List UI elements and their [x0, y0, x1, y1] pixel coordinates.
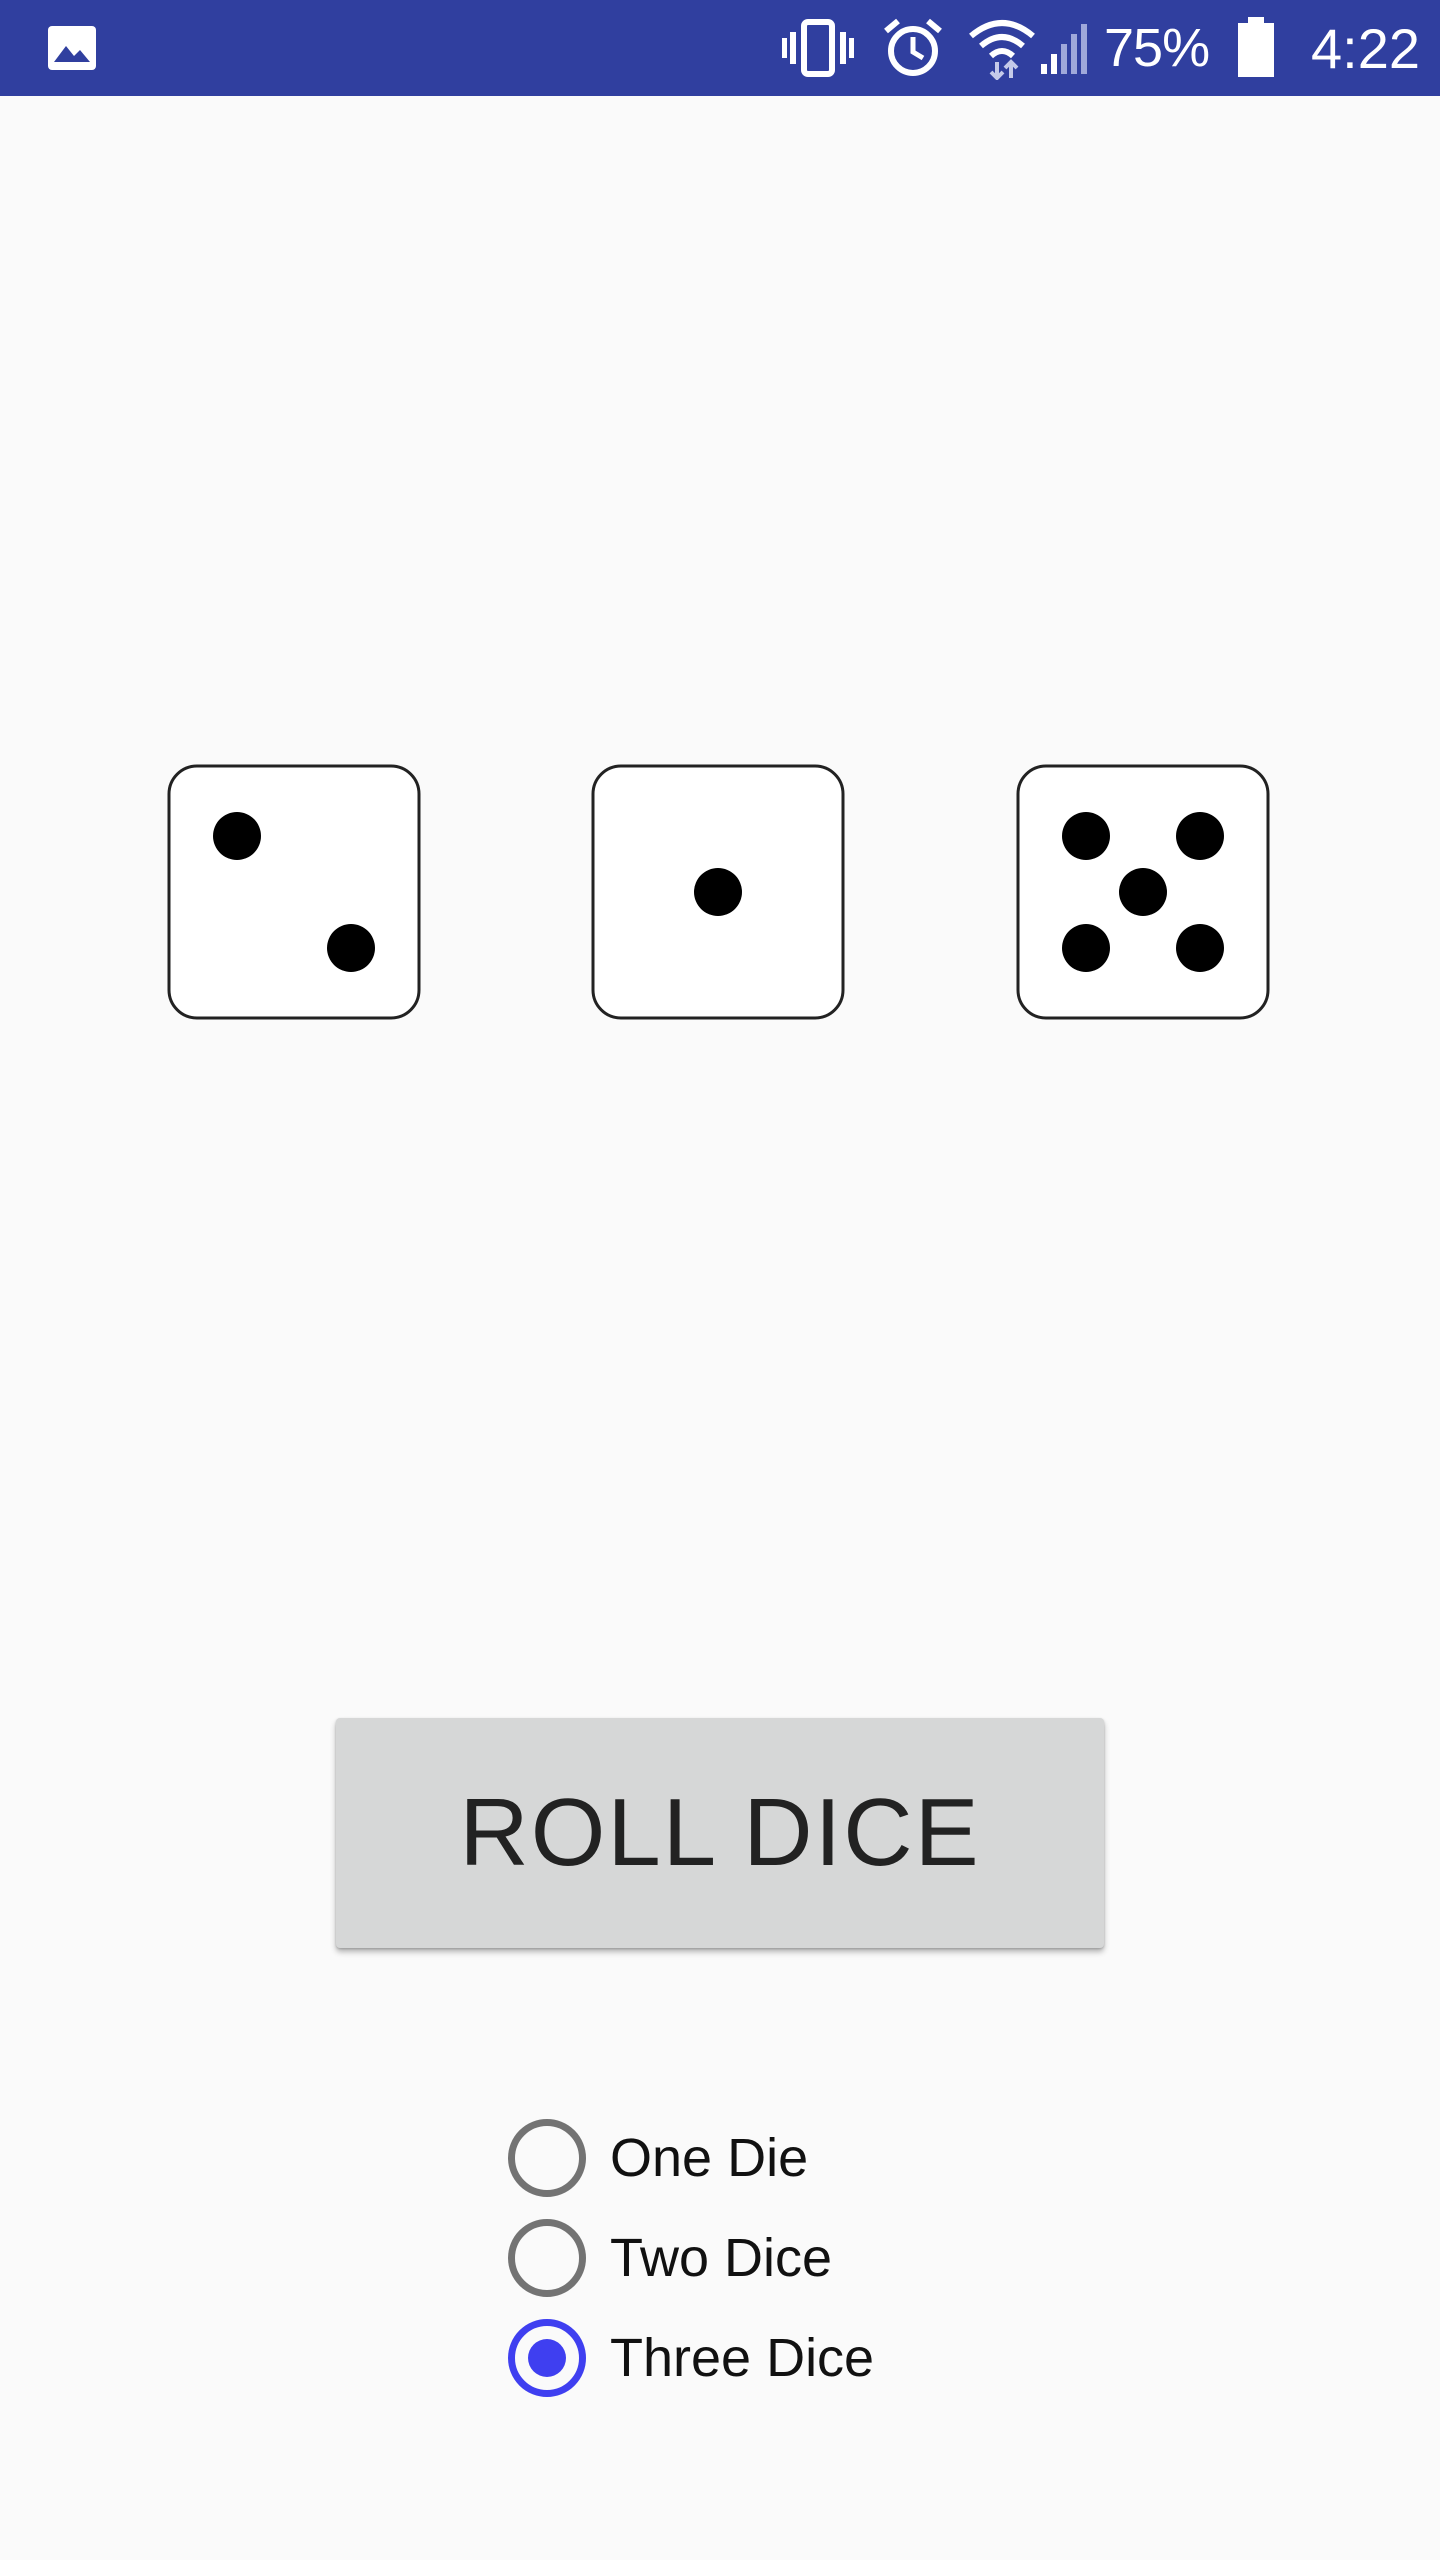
- die-pip: [327, 924, 375, 972]
- status-bar: 75% 4:22: [0, 0, 1440, 96]
- die-pip: [1062, 812, 1110, 860]
- signal-icon: [1036, 0, 1092, 96]
- radio-option-one-die[interactable]: One Die: [508, 2108, 1028, 2208]
- die-pip: [1176, 812, 1224, 860]
- alarm-icon: [880, 0, 946, 96]
- status-bar-clock: 4:22: [1311, 16, 1420, 80]
- radio-label: Three Dice: [610, 2328, 875, 2388]
- image-icon: [42, 0, 102, 96]
- dice-row: [0, 764, 1440, 1024]
- radio-button-two-dice[interactable]: [508, 2219, 586, 2297]
- radio-option-two-dice[interactable]: Two Dice: [508, 2208, 1028, 2308]
- radio-label: One Die: [610, 2128, 809, 2188]
- battery-icon: [1226, 0, 1286, 96]
- die-pip: [1176, 924, 1224, 972]
- radio-button-one-die[interactable]: [508, 2119, 586, 2197]
- wifi-icon: [966, 0, 1038, 96]
- die-3: [1016, 764, 1270, 1020]
- radio-option-three-dice[interactable]: Three Dice: [508, 2308, 1028, 2408]
- vibrate-icon: [780, 0, 856, 96]
- radio-button-three-dice[interactable]: [508, 2319, 586, 2397]
- die-pip: [1119, 868, 1167, 916]
- die-2: [591, 764, 845, 1020]
- die-pip: [694, 868, 742, 916]
- die-pip: [1062, 924, 1110, 972]
- roll-dice-button[interactable]: ROLL DICE: [336, 1718, 1104, 1948]
- dice-count-radio-group: One Die Two Dice Three Dice: [508, 2108, 1028, 2408]
- radio-label: Two Dice: [610, 2228, 833, 2288]
- die-1: [167, 764, 421, 1020]
- die-pip: [213, 812, 261, 860]
- battery-percent: 75%: [1104, 18, 1210, 78]
